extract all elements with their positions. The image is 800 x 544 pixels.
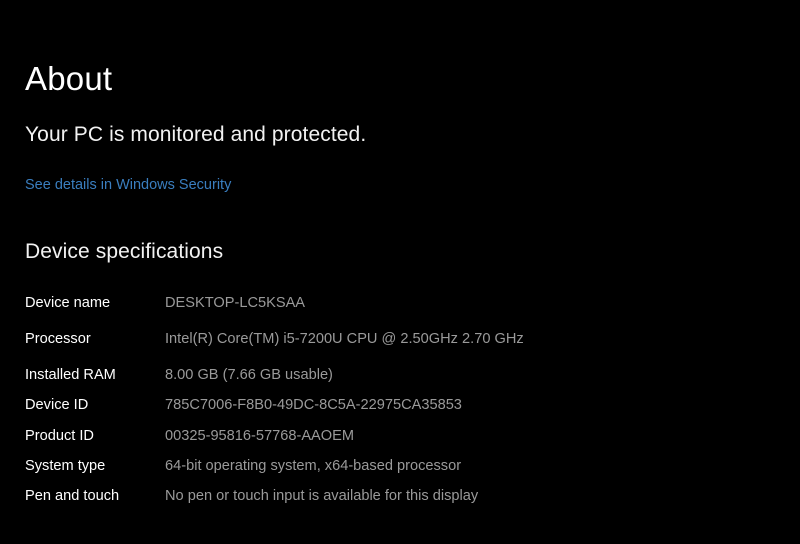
spec-value-device-id: 785C7006-F8B0-49DC-8C5A-22975CA35853 (165, 397, 462, 414)
table-row: Product ID 00325-95816-57768-AAOEM (25, 426, 585, 456)
spec-value-pen-and-touch: No pen or touch input is available for t… (165, 487, 479, 504)
spec-label-device-id: Device ID (25, 397, 89, 414)
spec-label-processor: Processor (25, 331, 91, 348)
spec-value-product-id: 00325-95816-57768-AAOEM (165, 427, 355, 444)
spec-value-processor: Intel(R) Core(TM) i5-7200U CPU @ 2.50GHz… (165, 331, 524, 348)
spec-label-installed-ram: Installed RAM (25, 367, 116, 384)
page-title: About (25, 60, 113, 97)
about-settings-page: About Your PC is monitored and protected… (0, 0, 800, 544)
device-specifications-heading: Device specifications (25, 240, 224, 263)
device-specifications-table: Device name DESKTOP-LC5KSAA Processor In… (25, 293, 585, 516)
table-row: System type 64-bit operating system, x64… (25, 456, 585, 486)
table-row: Pen and touch No pen or touch input is a… (25, 486, 585, 516)
spec-label-product-id: Product ID (25, 427, 94, 444)
spec-value-system-type: 64-bit operating system, x64-based proce… (165, 457, 462, 474)
table-row: Device name DESKTOP-LC5KSAA (25, 293, 585, 329)
spec-label-device-name: Device name (25, 295, 111, 311)
table-row: Processor Intel(R) Core(TM) i5-7200U CPU… (25, 329, 585, 365)
spec-label-pen-and-touch: Pen and touch (25, 487, 120, 504)
protection-status-text: Your PC is monitored and protected. (25, 123, 367, 146)
table-row: Device ID 785C7006-F8B0-49DC-8C5A-22975C… (25, 395, 585, 425)
spec-value-installed-ram: 8.00 GB (7.66 GB usable) (165, 367, 333, 384)
table-row: Installed RAM 8.00 GB (7.66 GB usable) (25, 365, 585, 395)
see-details-in-windows-security-link[interactable]: See details in Windows Security (25, 145, 231, 193)
spec-label-system-type: System type (25, 457, 106, 474)
spec-value-device-name: DESKTOP-LC5KSAA (165, 295, 306, 311)
